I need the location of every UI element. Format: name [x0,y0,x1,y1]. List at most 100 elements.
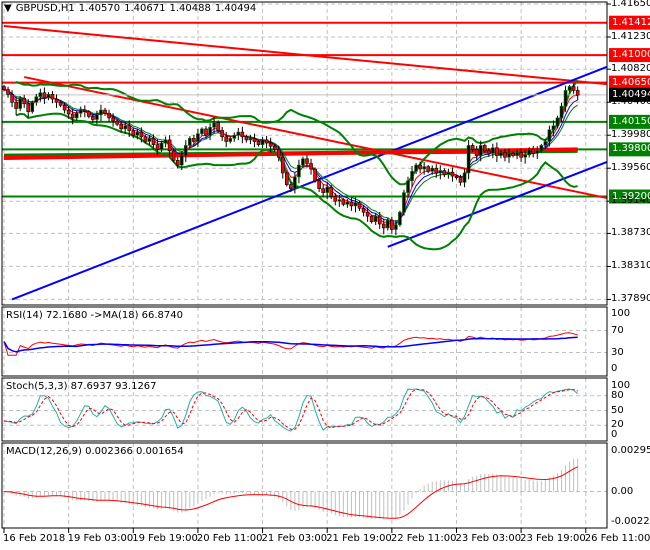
candle-bull [535,150,540,154]
y-tick-label: 1.38730 [611,227,650,239]
candle-bull [159,142,164,150]
candle-bear [454,175,459,178]
rsi-tick-label: 0 [611,363,618,374]
candle-bull [410,171,414,182]
level-price-label: 1.41412 [612,16,650,28]
candle-bear [224,136,228,142]
candle-bull [398,211,402,226]
candle-bull [99,109,103,116]
candle-bull [491,147,495,154]
candle-bear [240,131,245,138]
candle-bear [305,158,309,164]
candle-bear [2,86,6,90]
level-price-label: 1.39200 [612,190,650,202]
candle-bear [70,113,75,119]
candle-bull [446,171,451,175]
x-tick-label: 16 Feb 2018 [3,533,66,544]
rsi-tick-label: 100 [611,308,631,319]
level-price-label: 1.41000 [612,49,650,61]
candle-bear [482,145,487,152]
candle-bull [38,92,43,98]
candle-bear [571,86,576,91]
candle-bull [414,164,418,172]
triangle-down-icon[interactable]: ▼ [4,3,12,14]
candle-bull [78,109,83,114]
candle-bear [276,149,281,158]
candle-bull [95,114,99,120]
candle-bull [430,167,435,172]
candle-bear [264,139,269,144]
candle-bull [466,145,471,174]
macd-tick-label: 0.002953 [611,445,650,456]
candle-bull [34,96,39,103]
candle-bear [426,166,431,172]
x-tick-label: 26 Feb 11:00 [584,533,650,544]
candle-bull [46,94,51,98]
candle-bull [462,172,467,183]
candle-bear [107,112,111,119]
level-price-label: 1.39800 [612,143,650,155]
candle-bull [567,86,572,91]
candle-bear [62,105,67,111]
candle-bear [115,120,119,125]
candle-bear [58,101,63,106]
candle-bull [212,122,216,128]
candle-bear [531,149,536,154]
candle-bear [143,136,148,142]
candle-bear [519,152,523,158]
candle-bull [260,139,265,145]
low-value: 1.40488 [169,3,211,14]
candle-bull [301,158,305,166]
candle-bear [111,117,115,122]
candle-bear [486,150,491,154]
candle-bear [127,125,132,131]
rsi-ma-line [3,336,578,353]
candle-bear [10,94,14,103]
candle-bear [284,172,289,186]
candle-bull [507,152,511,158]
y-tick-label: 1.41230 [611,31,650,42]
candle-bear [167,139,172,152]
candle-bear [216,122,220,131]
candle-bear [256,141,261,145]
y-tick-label: 1.41650 [611,0,650,9]
candle-bear [377,215,382,225]
candle-bear [313,168,317,182]
candle-bull [559,105,564,119]
candle-bear [321,188,325,193]
candle-bull [345,201,350,205]
candle-bull [297,164,301,178]
candle-bull [196,133,200,142]
candle-bear [495,147,499,156]
x-tick-label: 22 Feb 11:00 [390,533,457,544]
candle-bear [503,152,507,158]
candle-bull [539,145,544,152]
candle-bear [131,130,136,136]
close-value: 1.40494 [214,3,257,14]
candle-bear [390,219,394,230]
candle-bear [470,145,475,150]
candle-bull [184,145,188,156]
candle-bear [26,103,31,112]
x-tick-label: 19 Feb 19:00 [132,533,198,544]
candle-bear [361,207,366,213]
candle-bull [385,219,390,229]
candle-bull [353,202,358,207]
candle-bear [365,211,370,217]
candle-bull [543,141,548,146]
x-tick-label: 23 Feb 03:00 [455,533,522,544]
candle-bull [208,127,212,136]
candle-bear [317,180,321,189]
rsi-tick-label: 70 [611,324,624,336]
candle-bull [555,117,560,127]
x-tick-label: 23 Feb 19:00 [520,533,586,544]
candle-bear [103,109,107,114]
candle-bear [139,131,144,138]
candle-bear [244,136,249,141]
candle-bull [499,152,503,156]
candle-bear [204,128,208,136]
candle-bull [248,138,253,141]
rsi-tick-label: 30 [611,346,624,358]
candle-bull [394,224,398,230]
candle-bull [551,125,556,131]
